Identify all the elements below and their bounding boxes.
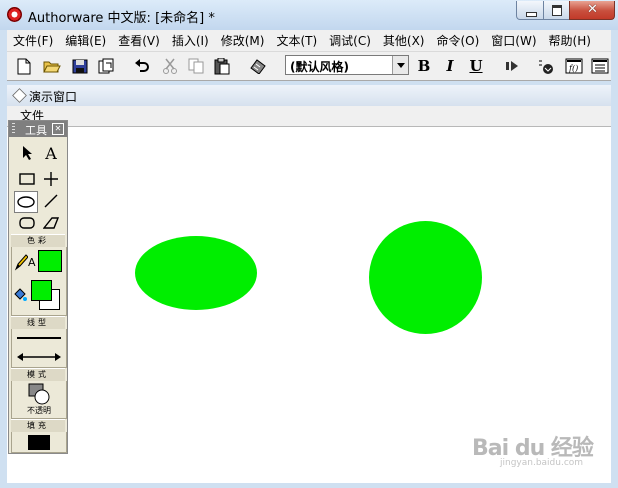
presentation-window-titlebar[interactable]: 演示窗口 xyxy=(7,85,611,107)
window-title: Authorware 中文版: [未命名] * xyxy=(28,11,215,26)
menu-edit[interactable]: 编辑(E) xyxy=(59,32,112,49)
diagonal-line-tool-icon[interactable] xyxy=(40,191,62,211)
tools-palette: 工具 ✕ A 色彩 A 线型 模式 不透明 填充 xyxy=(8,120,68,454)
menu-help[interactable]: 帮助(H) xyxy=(543,32,597,49)
title-bar[interactable]: Authorware 中文版: [未命名] * xyxy=(0,0,618,30)
text-tool[interactable]: A xyxy=(40,143,62,163)
presentation-menu-bar: 文件 xyxy=(7,106,611,126)
line-style-section-label: 线型 xyxy=(11,316,65,330)
menu-view[interactable]: 查看(V) xyxy=(112,32,166,49)
underline-button[interactable]: U xyxy=(465,55,487,77)
mode-section: 不透明 xyxy=(11,381,67,419)
main-toolbar: (默认风格) B I U f() xyxy=(7,52,611,81)
import-icon[interactable] xyxy=(95,55,117,77)
line-color-swatch[interactable] xyxy=(38,250,62,272)
menu-commands[interactable]: 命令(O) xyxy=(430,32,485,49)
control-panel-icon[interactable] xyxy=(535,55,557,77)
line-width-sample[interactable] xyxy=(17,337,61,339)
presentation-window-icon xyxy=(12,88,27,103)
presentation-window-title: 演示窗口 xyxy=(29,90,78,104)
save-icon[interactable] xyxy=(69,55,91,77)
menu-bar: 文件(F) 编辑(E) 查看(V) 插入(I) 修改(M) 文本(T) 调试(C… xyxy=(7,30,611,52)
authorware-logo-icon xyxy=(7,7,22,22)
tools-palette-title: 工具 xyxy=(25,124,47,137)
polygon-tool-icon[interactable] xyxy=(40,213,62,233)
new-file-icon[interactable] xyxy=(13,55,35,77)
cut-icon[interactable] xyxy=(159,55,181,77)
maximize-button[interactable] xyxy=(543,1,570,20)
paste-icon[interactable] xyxy=(211,55,233,77)
functions-icon[interactable]: f() xyxy=(563,55,585,77)
drag-grip-icon[interactable] xyxy=(12,123,15,134)
menu-file[interactable]: 文件(F) xyxy=(7,32,59,49)
svg-text:f(): f() xyxy=(568,64,578,73)
color-section: A xyxy=(11,247,67,316)
baidu-watermark-url: jingyan.baidu.com xyxy=(500,458,584,468)
menu-modify[interactable]: 修改(M) xyxy=(215,32,271,49)
menu-window[interactable]: 窗口(W) xyxy=(485,32,542,49)
mode-section-label: 模式 xyxy=(11,368,65,382)
green-circle-shape[interactable] xyxy=(369,221,482,334)
line-style-section xyxy=(11,329,67,368)
undo-icon[interactable] xyxy=(131,55,153,77)
arrow-line-icon[interactable] xyxy=(17,351,61,361)
menu-other[interactable]: 其他(X) xyxy=(377,32,431,49)
color-section-label: 色彩 xyxy=(11,234,65,248)
fill-section xyxy=(11,432,67,453)
opaque-mode-icon[interactable] xyxy=(26,383,52,405)
green-ellipse-shape[interactable] xyxy=(135,236,257,310)
variables-icon[interactable] xyxy=(589,55,611,77)
menu-insert[interactable]: 插入(I) xyxy=(166,32,215,49)
pencil-color-icon[interactable] xyxy=(14,253,29,271)
restart-icon[interactable] xyxy=(501,55,523,77)
close-icon[interactable]: ✕ xyxy=(52,123,64,135)
pointer-tool-icon[interactable] xyxy=(16,143,38,163)
text-style-value: (默认风格) xyxy=(290,60,349,74)
tools-palette-header[interactable]: 工具 ✕ xyxy=(9,121,67,137)
foreground-color-swatch[interactable] xyxy=(31,280,52,301)
menu-text[interactable]: 文本(T) xyxy=(270,32,323,49)
fill-section-label: 填充 xyxy=(11,419,65,433)
text-style-dropdown[interactable]: (默认风格) xyxy=(285,55,409,75)
close-button[interactable] xyxy=(569,1,615,20)
minimize-button[interactable] xyxy=(516,1,544,20)
text-color-label: A xyxy=(28,256,36,269)
copy-icon[interactable] xyxy=(185,55,207,77)
ellipse-tool-icon[interactable] xyxy=(14,191,38,213)
mode-value: 不透明 xyxy=(27,406,51,415)
line-cross-tool-icon[interactable] xyxy=(40,169,62,189)
rectangle-tool-icon[interactable] xyxy=(16,169,38,189)
italic-button[interactable]: I xyxy=(439,55,461,77)
menu-debug[interactable]: 调试(C) xyxy=(323,32,377,49)
paint-bucket-icon[interactable] xyxy=(13,287,27,303)
open-folder-icon[interactable] xyxy=(41,55,63,77)
rounded-rectangle-tool-icon[interactable] xyxy=(16,213,38,233)
chevron-down-icon[interactable] xyxy=(392,56,408,74)
fill-pattern-swatch[interactable] xyxy=(28,435,50,450)
find-icon[interactable] xyxy=(247,55,269,77)
authorware-window: Authorware 中文版: [未命名] * 文件(F) 编辑(E) 查看(V… xyxy=(0,0,618,488)
bold-button[interactable]: B xyxy=(413,55,435,77)
